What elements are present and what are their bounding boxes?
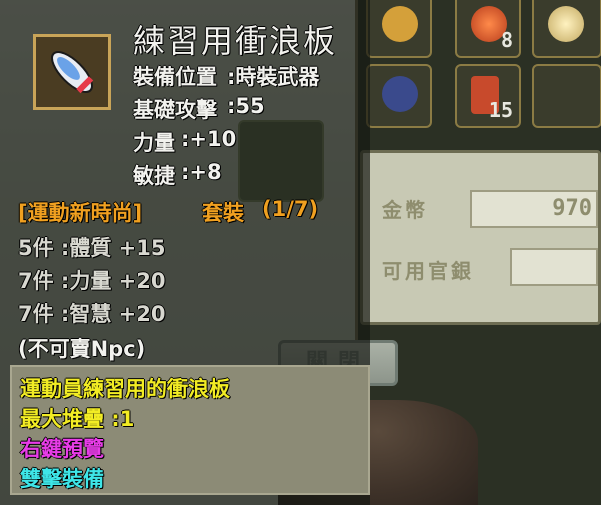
inventory-slot[interactable] bbox=[366, 64, 432, 128]
item-name: 練習用衝浪板 bbox=[133, 22, 338, 60]
item-icon-frame bbox=[33, 34, 111, 110]
item-bag-icon bbox=[382, 6, 418, 42]
right-click-preview: 右鍵預覽 bbox=[20, 437, 104, 461]
item-tooltip: 練習用衝浪板 裝備位置 :時裝武器 基礎攻擊 :55 力量 :+10 敏捷 :+… bbox=[0, 0, 370, 505]
currency-panel bbox=[360, 150, 601, 325]
inventory-slot[interactable] bbox=[366, 0, 432, 58]
coupon-label: 可用官銀 bbox=[382, 259, 474, 283]
stat-value: :+8 bbox=[181, 160, 222, 184]
set-name: [運動新時尚] bbox=[18, 201, 143, 225]
set-progress: (1/7) bbox=[262, 197, 319, 221]
stat-label: 力量 bbox=[133, 131, 175, 155]
set-bonus: 7件 :力量 +20 bbox=[18, 269, 166, 293]
gold-value: 970 bbox=[470, 190, 598, 228]
trade-note: (不可賣Npc) bbox=[18, 337, 146, 361]
description-box: 運動員練習用的衝浪板 最大堆疊 :1 右鍵預覽 雙擊裝備 bbox=[10, 365, 370, 495]
item-count: 15 bbox=[488, 98, 513, 122]
stat-label: 敏捷 bbox=[133, 164, 175, 188]
lantern-icon bbox=[548, 6, 584, 42]
stat-value: :時裝武器 bbox=[227, 65, 320, 89]
inventory-slot[interactable]: 15 bbox=[455, 64, 521, 128]
surfboard-icon bbox=[51, 51, 94, 94]
inventory-slot[interactable] bbox=[532, 64, 601, 128]
set-bonus: 7件 :智慧 +20 bbox=[18, 302, 166, 326]
hat-icon bbox=[382, 76, 418, 112]
double-click-equip: 雙擊裝備 bbox=[20, 467, 104, 491]
inventory-slot[interactable]: 8 bbox=[455, 0, 521, 58]
item-count: 8 bbox=[500, 28, 513, 52]
stat-value: :55 bbox=[227, 94, 265, 118]
item-description: 運動員練習用的衝浪板 bbox=[20, 377, 230, 401]
set-suffix: 套裝 bbox=[202, 201, 244, 225]
inventory-slot[interactable] bbox=[532, 0, 601, 58]
stat-label: 裝備位置 bbox=[133, 65, 217, 89]
gold-label: 金幣 bbox=[382, 198, 428, 222]
set-bonus: 5件 :體質 +15 bbox=[18, 236, 166, 260]
stat-label: 基礎攻擊 bbox=[133, 98, 217, 122]
stat-value: :+10 bbox=[181, 127, 237, 151]
coupon-value bbox=[510, 248, 598, 286]
max-stack: 最大堆疊 :1 bbox=[20, 407, 135, 431]
